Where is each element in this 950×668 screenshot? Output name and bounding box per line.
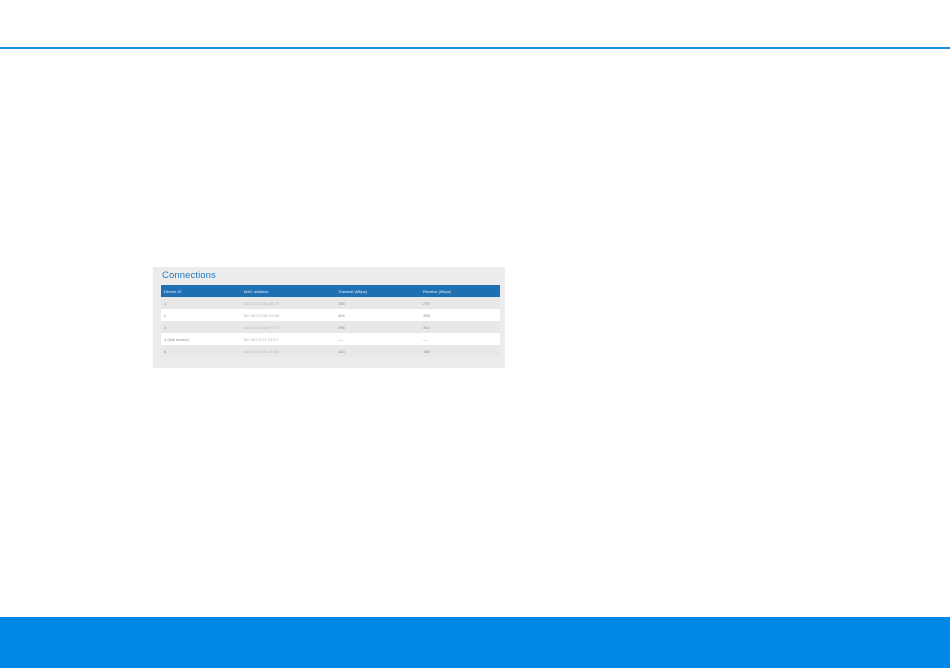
table-row: 1 BC:05:C3:0A:1B:77 256 270 (161, 297, 500, 309)
transmit-cell: 163 (335, 345, 420, 357)
mac-address-cell: BC:05:C3:0A:F7:7C (241, 321, 335, 333)
connections-panel: Connections Device ID MAC address Transm… (153, 267, 505, 368)
device-id-cell: 4 (this device) (161, 333, 241, 345)
table-row: 3 BC:05:C3:0A:F7:7C 296 344 (161, 321, 500, 333)
table-row: 2 BC:05:C3:0B:1A:5D 404 338 (161, 309, 500, 321)
transmit-cell: 296 (335, 321, 420, 333)
mac-address-cell: BC:05:C3:11:23:E1 (241, 333, 335, 345)
transmit-cell: 404 (335, 309, 420, 321)
header-rule (0, 47, 950, 49)
device-id-cell: 5 (161, 345, 241, 357)
device-id-cell: 1 (161, 297, 241, 309)
receive-cell: 338 (420, 309, 500, 321)
column-header-receive: Receive (Mbps) (420, 285, 500, 297)
column-header-mac-address: MAC address (241, 285, 335, 297)
connections-table: Device ID MAC address Transmit (Mbps) Re… (161, 285, 500, 357)
transmit-cell: ---- (335, 333, 420, 345)
mac-address-cell: BC:05:C3:0A:11:D3 (241, 345, 335, 357)
mac-address-cell: BC:05:C3:0A:1B:77 (241, 297, 335, 309)
transmit-cell: 256 (335, 297, 420, 309)
receive-cell: ---- (420, 333, 500, 345)
connections-title: Connections (162, 270, 216, 281)
receive-cell: 344 (420, 321, 500, 333)
footer-bar (0, 617, 950, 668)
receive-cell: 158 (420, 345, 500, 357)
column-header-device-id: Device ID (161, 285, 241, 297)
table-header-row: Device ID MAC address Transmit (Mbps) Re… (161, 285, 500, 297)
receive-cell: 270 (420, 297, 500, 309)
table-row: 4 (this device) BC:05:C3:11:23:E1 ---- -… (161, 333, 500, 345)
column-header-transmit: Transmit (Mbps) (335, 285, 420, 297)
device-id-cell: 3 (161, 321, 241, 333)
table-row: 5 BC:05:C3:0A:11:D3 163 158 (161, 345, 500, 357)
device-id-cell: 2 (161, 309, 241, 321)
mac-address-cell: BC:05:C3:0B:1A:5D (241, 309, 335, 321)
